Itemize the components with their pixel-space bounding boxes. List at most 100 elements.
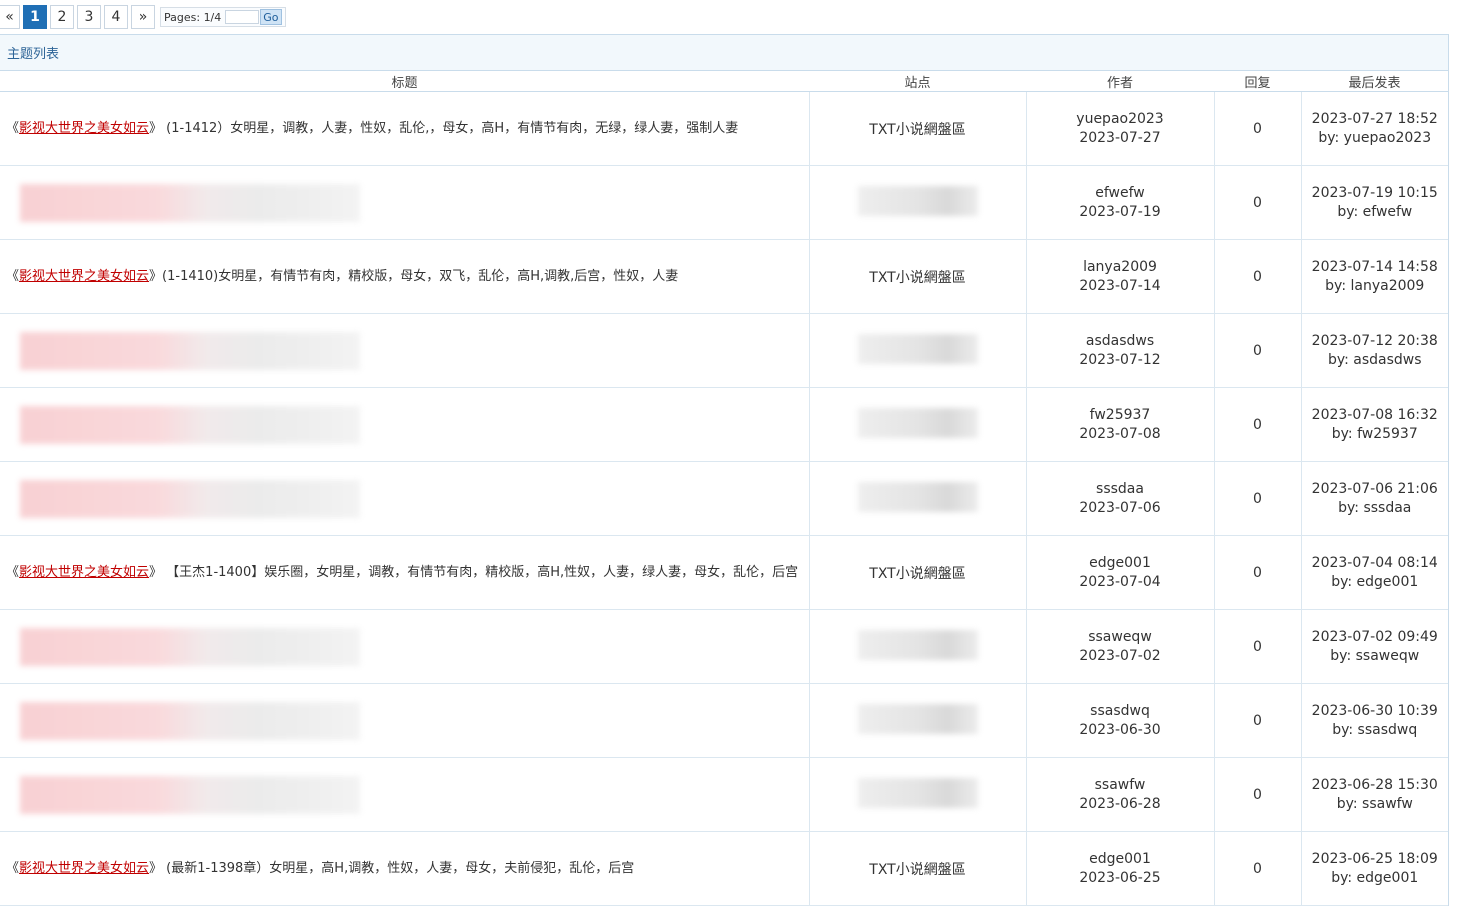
author-cell: ssawfw 2023-06-28: [1025, 757, 1214, 832]
last-post-by[interactable]: by: ssawfw: [1302, 795, 1449, 814]
table-row: 《影视大世界之美女如云》 (最新1-1398章）女明星，高H,调教，性奴，人妻，…: [0, 831, 1449, 906]
table-row: fw25937 2023-07-08 0 2023-07-08 16:32 by: fw…: [0, 387, 1449, 462]
replies-cell: 0: [1213, 831, 1301, 906]
page-4-button[interactable]: 4: [104, 5, 128, 29]
author-name[interactable]: edge001: [1027, 850, 1214, 869]
title-cell: [0, 313, 809, 388]
table-header: 标题 站点 作者 回复 最后发表: [0, 71, 1448, 92]
last-post-time[interactable]: 2023-07-27 18:52: [1302, 110, 1449, 129]
page-1-button[interactable]: 1: [23, 5, 47, 29]
book-title-link[interactable]: 影视大世界之美女如云: [19, 861, 149, 876]
last-post-by[interactable]: by: edge001: [1302, 573, 1449, 592]
last-post-time[interactable]: 2023-06-30 10:39: [1302, 702, 1449, 721]
last-post-time[interactable]: 2023-07-19 10:15: [1302, 184, 1449, 203]
col-last-post: 最后发表: [1301, 71, 1448, 92]
post-date: 2023-07-14: [1079, 277, 1161, 294]
thread-title-text[interactable]: 【王杰1-1400】娱乐圈，女明星，调教，有情节有肉，精校版，高H,性奴，人妻，…: [162, 565, 798, 580]
reply-count: 0: [1253, 490, 1262, 507]
author-name[interactable]: asdasdws: [1027, 332, 1214, 351]
table-row: ssasdwq 2023-06-30 0 2023-06-30 10:39 by: ss…: [0, 683, 1449, 758]
title-bracket-open: 《: [6, 121, 20, 136]
table-row: 《影视大世界之美女如云》 (1-1412）女明星，调教，人妻，性奴，乱伦,，母女…: [0, 91, 1449, 166]
site-cell: [808, 757, 1026, 832]
replies-cell: 0: [1213, 91, 1301, 166]
post-date: 2023-07-27: [1079, 129, 1161, 146]
thread-title-text[interactable]: (最新1-1398章）女明星，高H,调教，性奴，人妻，母女，夫前侵犯，乱伦，后宫: [162, 861, 634, 876]
author-name[interactable]: edge001: [1027, 554, 1214, 573]
last-post-cell: 2023-06-25 18:09 by: edge001: [1300, 831, 1449, 906]
col-site: 站点: [809, 71, 1026, 92]
blurred-title: [20, 775, 360, 814]
last-post-cell: 2023-07-14 14:58 by: lanya2009: [1300, 239, 1449, 314]
next-page-button[interactable]: »: [131, 5, 155, 29]
page-2-button[interactable]: 2: [50, 5, 74, 29]
author-name[interactable]: ssasdwq: [1027, 702, 1214, 721]
last-post-time[interactable]: 2023-07-04 08:14: [1302, 554, 1449, 573]
last-post-time[interactable]: 2023-06-25 18:09: [1302, 850, 1449, 869]
site-cell: [808, 387, 1026, 462]
replies-cell: 0: [1213, 461, 1301, 536]
replies-cell: 0: [1213, 683, 1301, 758]
title-cell: [0, 461, 809, 536]
blurred-title: [20, 405, 360, 444]
reply-count: 0: [1253, 342, 1262, 359]
author-name[interactable]: efwefw: [1027, 184, 1214, 203]
last-post-time[interactable]: 2023-06-28 15:30: [1302, 776, 1449, 795]
last-post-by[interactable]: by: ssasdwq: [1302, 721, 1449, 740]
last-post-cell: 2023-07-08 16:32 by: fw25937: [1300, 387, 1449, 462]
blurred-site: [857, 629, 978, 660]
go-button[interactable]: Go: [260, 9, 282, 25]
author-name[interactable]: lanya2009: [1027, 258, 1214, 277]
author-name[interactable]: sssdaa: [1027, 480, 1214, 499]
title-cell: 《影视大世界之美女如云》 (1-1412）女明星，调教，人妻，性奴，乱伦,，母女…: [0, 91, 809, 166]
last-post-cell: 2023-07-19 10:15 by: efwefw: [1300, 165, 1449, 240]
table-row: sssdaa 2023-07-06 0 2023-07-06 21:06 by: sss…: [0, 461, 1449, 536]
replies-cell: 0: [1213, 609, 1301, 684]
site-link[interactable]: TXT小说網盤區: [869, 270, 965, 286]
post-date: 2023-06-25: [1079, 869, 1161, 886]
author-name[interactable]: fw25937: [1027, 406, 1214, 425]
site-link[interactable]: TXT小说網盤區: [869, 566, 965, 582]
last-post-time[interactable]: 2023-07-02 09:49: [1302, 628, 1449, 647]
last-post-by[interactable]: by: ssaweqw: [1302, 647, 1449, 666]
first-page-button[interactable]: «: [0, 5, 20, 29]
reply-count: 0: [1253, 194, 1262, 211]
last-post-by[interactable]: by: yuepao2023: [1302, 129, 1449, 148]
title-bracket-close: 》: [149, 565, 163, 580]
last-post-by[interactable]: by: edge001: [1302, 869, 1449, 888]
thread-table: 标题 站点 作者 回复 最后发表 《影视大世界之美女如云》 (1-1412）女明…: [0, 71, 1448, 906]
last-post-by[interactable]: by: asdasdws: [1302, 351, 1449, 370]
last-post-time[interactable]: 2023-07-08 16:32: [1302, 406, 1449, 425]
page-number-input[interactable]: [225, 10, 260, 24]
last-post-time[interactable]: 2023-07-06 21:06: [1302, 480, 1449, 499]
last-post-by[interactable]: by: efwefw: [1302, 203, 1449, 222]
last-post-time[interactable]: 2023-07-12 20:38: [1302, 332, 1449, 351]
title-bracket-close: 》: [149, 861, 163, 876]
col-replies: 回复: [1214, 71, 1301, 92]
last-post-time[interactable]: 2023-07-14 14:58: [1302, 258, 1449, 277]
book-title-link[interactable]: 影视大世界之美女如云: [19, 269, 149, 284]
book-title-link[interactable]: 影视大世界之美女如云: [19, 565, 149, 580]
author-name[interactable]: yuepao2023: [1027, 110, 1214, 129]
site-link[interactable]: TXT小说網盤區: [869, 122, 965, 138]
post-date: 2023-06-28: [1079, 795, 1161, 812]
page-3-button[interactable]: 3: [77, 5, 101, 29]
thread-title-text[interactable]: (1-1410)女明星，有情节有肉，精校版，母女，双飞，乱伦，高H,调教,后宫，…: [162, 269, 678, 284]
last-post-by[interactable]: by: fw25937: [1302, 425, 1449, 444]
replies-cell: 0: [1213, 165, 1301, 240]
table-row: 《影视大世界之美女如云》 【王杰1-1400】娱乐圈，女明星，调教，有情节有肉，…: [0, 535, 1449, 610]
book-title-link[interactable]: 影视大世界之美女如云: [19, 121, 149, 136]
thread-list: 主题列表 标题 站点 作者 回复 最后发表 《影视大世界之美女如云》 (1-14…: [0, 34, 1449, 906]
site-cell: [808, 165, 1026, 240]
last-post-cell: 2023-06-30 10:39 by: ssasdwq: [1300, 683, 1449, 758]
last-post-by[interactable]: by: lanya2009: [1302, 277, 1449, 296]
author-name[interactable]: ssawfw: [1027, 776, 1214, 795]
reply-count: 0: [1253, 860, 1262, 877]
thread-title-text[interactable]: (1-1412）女明星，调教，人妻，性奴，乱伦,，母女，高H，有情节有肉，无绿，…: [162, 121, 738, 136]
title-bracket-close: 》: [149, 121, 163, 136]
author-cell: asdasdws 2023-07-12: [1025, 313, 1214, 388]
site-link[interactable]: TXT小说網盤區: [869, 862, 965, 878]
author-name[interactable]: ssaweqw: [1027, 628, 1214, 647]
blurred-title: [20, 331, 360, 370]
last-post-by[interactable]: by: sssdaa: [1302, 499, 1449, 518]
